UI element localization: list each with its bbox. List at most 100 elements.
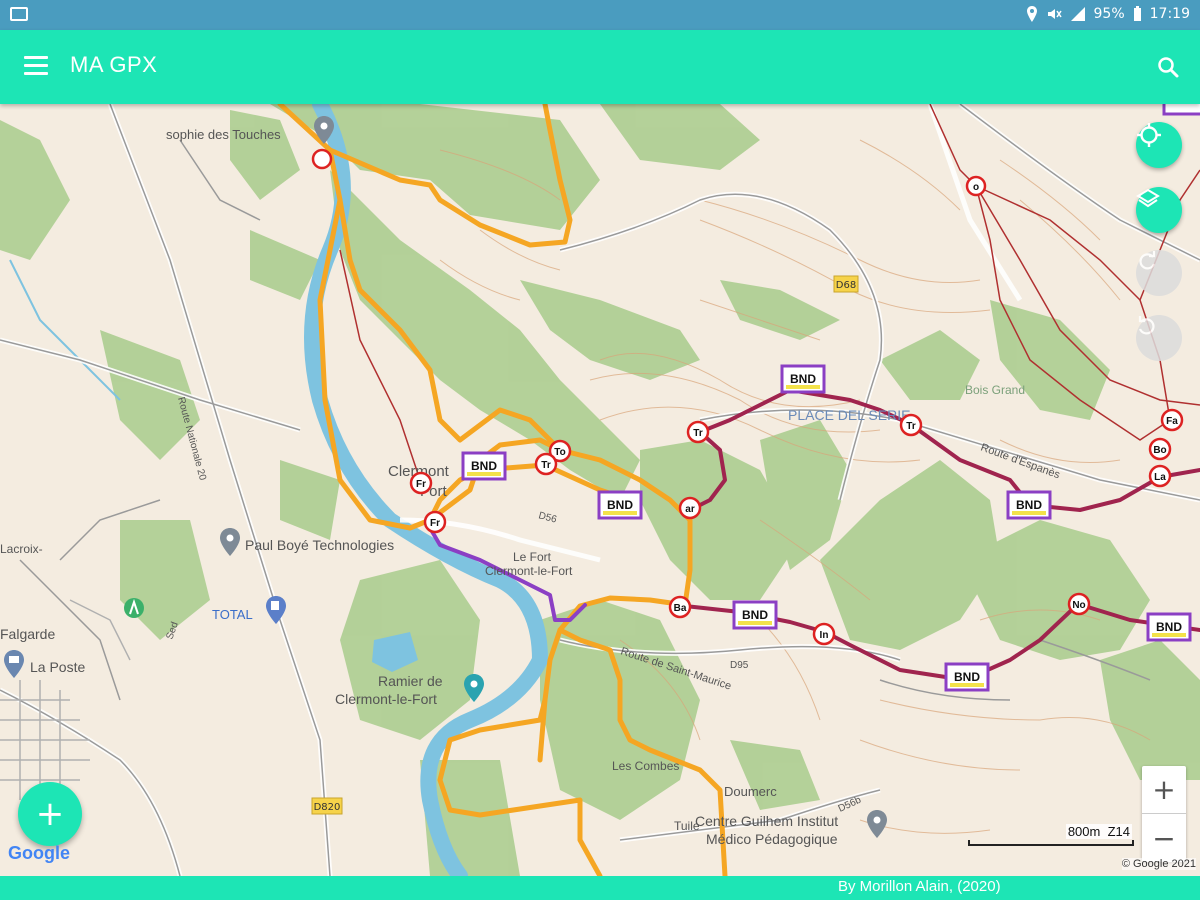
mute-icon: [1047, 9, 1062, 19]
svg-text:Bo: Bo: [1153, 445, 1166, 456]
waypoint-marker[interactable]: In: [812, 622, 836, 646]
waypoint-marker[interactable]: o: [965, 175, 987, 197]
label-le-fort: Le Fort: [513, 550, 552, 564]
location-icon: [1026, 6, 1037, 22]
svg-text:o: o: [973, 182, 979, 193]
waypoint-marker[interactable]: Bo: [1148, 437, 1172, 461]
label-centre-1: Centre Guilhem Institut: [695, 813, 838, 829]
app-title: MA GPX: [70, 52, 158, 77]
minus-icon: −: [1152, 821, 1176, 855]
waypoint-marker[interactable]: Tr: [534, 452, 558, 476]
footer: By Morillon Alain, (2020): [0, 876, 1200, 900]
menu-icon[interactable]: [24, 56, 48, 76]
label-les-combes: Les Combes: [612, 759, 679, 773]
app-bar: MA GPX: [0, 30, 1200, 104]
map-view[interactable]: D68 D820 sophie des Touches Clermont For…: [0, 104, 1200, 876]
svg-text:In: In: [820, 630, 829, 641]
status-right: 95% 17:19: [1026, 6, 1190, 22]
battery-icon: [1133, 6, 1141, 21]
zoom-out-button[interactable]: −: [1142, 814, 1186, 862]
plus-icon: +: [1152, 773, 1176, 806]
label-lacroix-1: Lacroix-: [0, 542, 43, 556]
bnd-tag[interactable]: BND: [1006, 490, 1052, 520]
gps-fixed-icon: [1137, 123, 1161, 147]
label-doumerc: Doumerc: [724, 784, 777, 799]
undo-icon: [1138, 316, 1155, 335]
google-logo: Google: [8, 843, 70, 864]
golf-pin-icon[interactable]: [124, 598, 144, 618]
svg-text:BND: BND: [471, 459, 497, 473]
gallery-notification-icon: [10, 7, 28, 21]
bnd-tag[interactable]: BND: [1146, 612, 1192, 642]
label-place-del-serie: PLACE DEL SERIE: [788, 407, 910, 423]
bnd-tag[interactable]: BND: [597, 490, 643, 520]
waypoint-marker[interactable]: [311, 148, 333, 170]
map-canvas[interactable]: D68 D820 sophie des Touches Clermont For…: [0, 104, 1200, 876]
waypoint-marker[interactable]: ar: [678, 496, 702, 520]
scale-label: 800m Z14: [1065, 824, 1132, 839]
svg-text:BND: BND: [790, 372, 816, 386]
waypoint-marker[interactable]: Tr: [686, 420, 710, 444]
search-icon[interactable]: [1156, 55, 1180, 79]
waypoint-marker[interactable]: No: [1067, 592, 1091, 616]
author-credit: By Morillon Alain, (2020): [838, 878, 1001, 895]
svg-text:BND: BND: [607, 498, 633, 512]
svg-text:BND: BND: [1016, 498, 1042, 512]
label-sophie: sophie des Touches: [166, 127, 281, 142]
waypoint-marker[interactable]: Fa: [1160, 408, 1184, 432]
waypoint-marker[interactable]: Fr: [409, 471, 433, 495]
battery-level: 95%: [1093, 6, 1125, 22]
label-ramier-2: Clermont-le-Fort: [335, 691, 437, 707]
svg-text:Fr: Fr: [430, 518, 440, 529]
signal-icon: [1070, 7, 1085, 21]
road-shield-d820: D820: [311, 797, 343, 815]
bnd-tag[interactable]: BND: [944, 662, 990, 692]
svg-text:No: No: [1072, 600, 1085, 611]
label-paul-boye: Paul Boyé Technologies: [245, 537, 394, 553]
clock: 17:19: [1149, 6, 1190, 22]
waypoint-marker[interactable]: Fr: [423, 510, 447, 534]
svg-text:ar: ar: [685, 504, 695, 515]
add-icon: +: [35, 794, 65, 834]
label-clermont-le-fort: Clermont-le-Fort: [485, 564, 573, 578]
svg-text:Fa: Fa: [1166, 416, 1178, 427]
bnd-tag[interactable]: BND: [732, 600, 778, 630]
zoom-in-button[interactable]: +: [1142, 766, 1186, 814]
scale-bar: 800m Z14: [968, 824, 1136, 848]
label-la-poste: La Poste: [30, 659, 85, 675]
bnd-tag[interactable]: BND: [461, 451, 507, 481]
label-tuile: Tuile: [674, 819, 700, 833]
label-centre-2: Médico Pédagogique: [706, 831, 838, 847]
svg-text:BND: BND: [1156, 620, 1182, 634]
svg-text:BND: BND: [954, 670, 980, 684]
svg-text:La: La: [1154, 472, 1166, 483]
status-bar: 95% 17:19: [0, 0, 1200, 30]
layers-button[interactable]: [1136, 187, 1182, 233]
waypoint-marker[interactable]: La: [1148, 464, 1172, 488]
bnd-tag-partial[interactable]: [1162, 104, 1200, 116]
svg-text:Fr: Fr: [416, 479, 426, 490]
svg-text:Ba: Ba: [674, 603, 687, 614]
scale-ruler: [968, 840, 1134, 846]
add-button[interactable]: +: [18, 782, 82, 846]
label-d95: D95: [730, 660, 749, 671]
label-lacroix-2: Falgarde: [0, 626, 55, 642]
svg-text:Tr: Tr: [906, 421, 916, 432]
label-ramier-1: Ramier de: [378, 673, 443, 689]
undo-button[interactable]: [1136, 315, 1182, 361]
svg-text:BND: BND: [742, 608, 768, 622]
my-location-button[interactable]: [1136, 122, 1182, 168]
waypoint-marker[interactable]: Tr: [899, 413, 923, 437]
zoom-controls: + −: [1142, 766, 1186, 862]
svg-text:D820: D820: [314, 802, 341, 813]
svg-text:D68: D68: [836, 280, 856, 291]
label-total: TOTAL: [212, 607, 253, 622]
redo-icon: [1139, 251, 1156, 270]
waypoint-marker[interactable]: Ba: [668, 595, 692, 619]
svg-text:Tr: Tr: [541, 460, 551, 471]
redo-button[interactable]: [1136, 250, 1182, 296]
bnd-tag[interactable]: BND: [780, 364, 826, 394]
label-bois-grand: Bois Grand: [965, 383, 1025, 397]
map-copyright: © Google 2021: [1121, 858, 1196, 870]
google-logo-text: Google: [8, 843, 70, 863]
